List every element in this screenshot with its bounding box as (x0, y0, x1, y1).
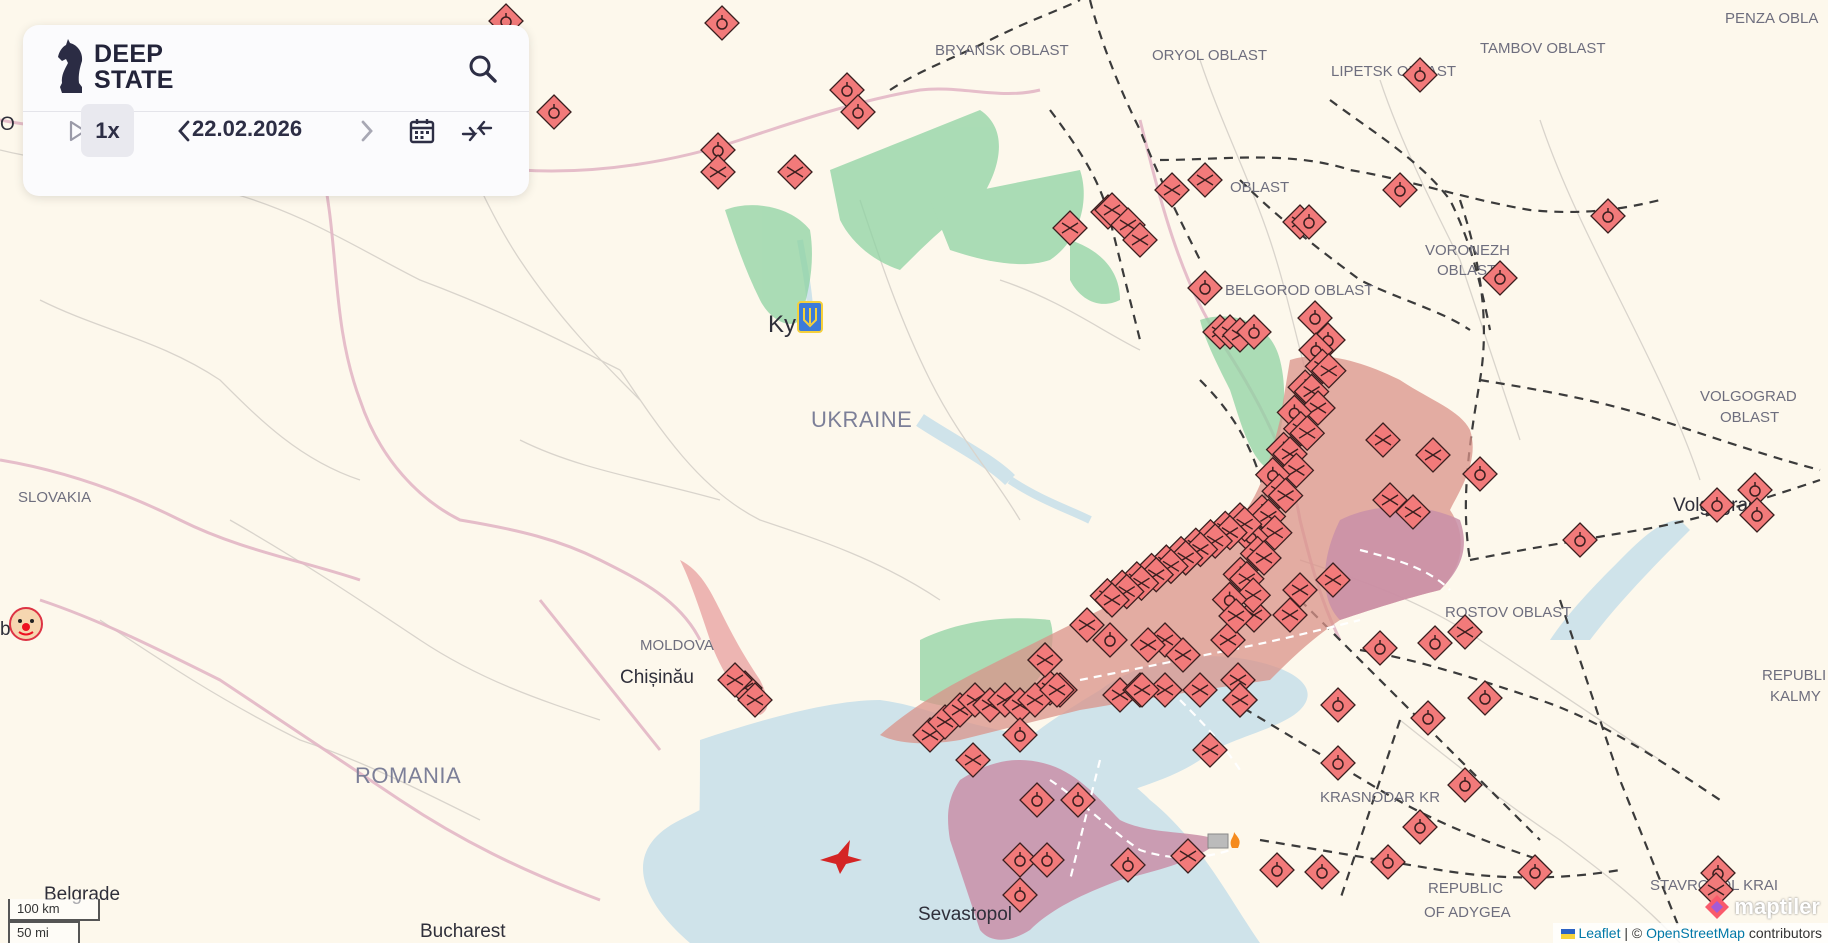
label-voronezh-1: VORONEZH (1425, 242, 1510, 259)
label-bryansk: BRYANSK OBLAST (935, 42, 1069, 59)
panel-header: DEEP STATE (23, 25, 529, 112)
fire-icon[interactable] (1207, 832, 1240, 849)
label-moldova: MOLDOVA (640, 637, 714, 654)
label-volgograd-2: OBLAST (1720, 409, 1779, 426)
osm-link[interactable]: OpenStreetMap (1646, 925, 1745, 941)
label-left-edge: O (0, 114, 15, 135)
scale-mi: 50 mi (8, 921, 80, 943)
label-kyiv: Ky (768, 311, 796, 338)
label-penza: PENZA OBLA (1725, 10, 1818, 27)
label-volgograd-1: VOLGOGRAD (1700, 388, 1797, 405)
logo-text-deep: DEEP (94, 40, 164, 68)
label-slovakia: SLOVAKIA (18, 489, 91, 506)
calendar-button[interactable] (405, 104, 439, 157)
label-kalmykia-2: KALMY (1770, 688, 1821, 705)
chevron-right-icon (361, 120, 373, 141)
speed-button[interactable]: 1x (81, 104, 134, 157)
label-ukraine: UKRAINE (811, 407, 912, 432)
compare-button[interactable] (458, 104, 496, 157)
label-sevastopol: Sevastopol (918, 904, 1012, 925)
maptiler-logo[interactable]: maptiler (1703, 893, 1820, 921)
label-krasnodar: KRASNODAR KR (1320, 789, 1440, 806)
logo-text-state: STATE (94, 66, 174, 94)
clown-icon[interactable] (9, 607, 43, 641)
label-romania: ROMANIA (355, 763, 461, 788)
label-lipetsk: LIPETSK OBLAST (1331, 63, 1456, 80)
attribution-contributors: contributors (1744, 925, 1822, 941)
search-button[interactable] (463, 49, 503, 89)
calendar-icon (409, 118, 435, 143)
next-date-button[interactable] (353, 104, 381, 157)
collapse-icon (461, 120, 493, 141)
scale-km: 100 km (8, 899, 100, 921)
leaflet-link[interactable]: Leaflet (1578, 925, 1620, 941)
ukraine-flag-icon (1560, 929, 1575, 940)
label-kursk: OBLAST (1230, 179, 1289, 196)
search-icon (469, 55, 497, 83)
maptiler-text: maptiler (1734, 894, 1820, 919)
map-scale: 100 km 50 mi (8, 899, 100, 943)
attribution-separator: | © (1620, 925, 1647, 941)
attribution: Leaflet | © OpenStreetMap contributors (1552, 923, 1828, 943)
label-oryol: ORYOL OBLAST (1152, 47, 1267, 64)
knight-logo-icon (58, 39, 83, 93)
maptiler-logo-icon (1705, 895, 1730, 919)
label-adygea-1: REPUBLIC (1428, 880, 1503, 897)
label-bucharest: Bucharest (420, 921, 506, 942)
label-adygea-2: OF ADYGEA (1424, 904, 1511, 921)
app-logo[interactable]: DEEP STATE (56, 39, 174, 95)
label-chisinau: Chișinău (620, 667, 694, 688)
trident-icon[interactable] (797, 301, 823, 333)
label-tambov: TAMBOV OBLAST (1480, 40, 1606, 57)
label-kalmykia-1: REPUBLI (1762, 667, 1826, 684)
current-date[interactable]: 22.02.2026 (192, 116, 302, 142)
label-belgorod: BELGOROD OBLAST (1225, 282, 1373, 299)
chevron-left-icon (178, 120, 190, 141)
